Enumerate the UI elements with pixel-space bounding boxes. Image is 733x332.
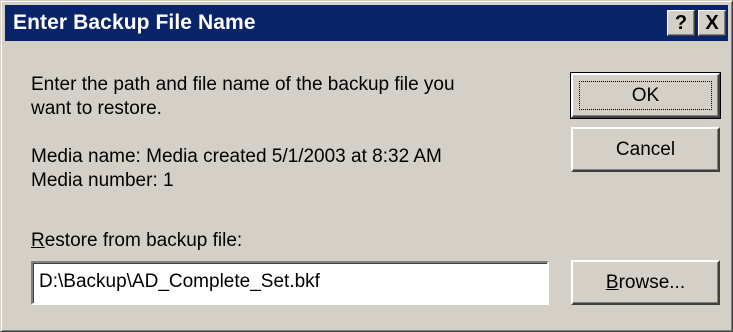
- media-name-text: Media name: Media created 5/1/2003 at 8:…: [31, 146, 442, 167]
- focus-rectangle: [579, 81, 712, 110]
- close-icon: X: [705, 12, 719, 34]
- close-button[interactable]: X: [698, 10, 726, 36]
- cancel-button-label: Cancel: [615, 138, 676, 160]
- question-mark-icon: ?: [674, 12, 688, 34]
- title-bar[interactable]: Enter Backup File Name ? X: [5, 5, 728, 41]
- media-number-text: Media number: 1: [31, 170, 174, 191]
- browse-button[interactable]: Browse...: [571, 260, 720, 305]
- browse-label-rest: rowse...: [618, 271, 686, 293]
- dialog-window: Enter Backup File Name ? X Enter the pat…: [0, 0, 733, 332]
- backup-file-path-input[interactable]: D:\Backup\AD_Complete_Set.bkf: [31, 261, 549, 305]
- instruction-text-line2: want to restore.: [31, 98, 162, 119]
- help-button[interactable]: ?: [667, 10, 695, 36]
- instruction-text-line1: Enter the path and file name of the back…: [31, 74, 455, 95]
- restore-label-accelerator: R: [31, 230, 45, 251]
- browse-button-label: Browse...: [606, 272, 685, 294]
- browse-accelerator: B: [605, 271, 619, 293]
- cancel-button[interactable]: Cancel: [571, 127, 720, 172]
- window-title: Enter Backup File Name: [13, 11, 256, 34]
- restore-from-label: Restore from backup file:: [31, 229, 242, 253]
- restore-label-text: estore from backup file:: [44, 230, 243, 251]
- ok-button[interactable]: OK: [570, 72, 721, 119]
